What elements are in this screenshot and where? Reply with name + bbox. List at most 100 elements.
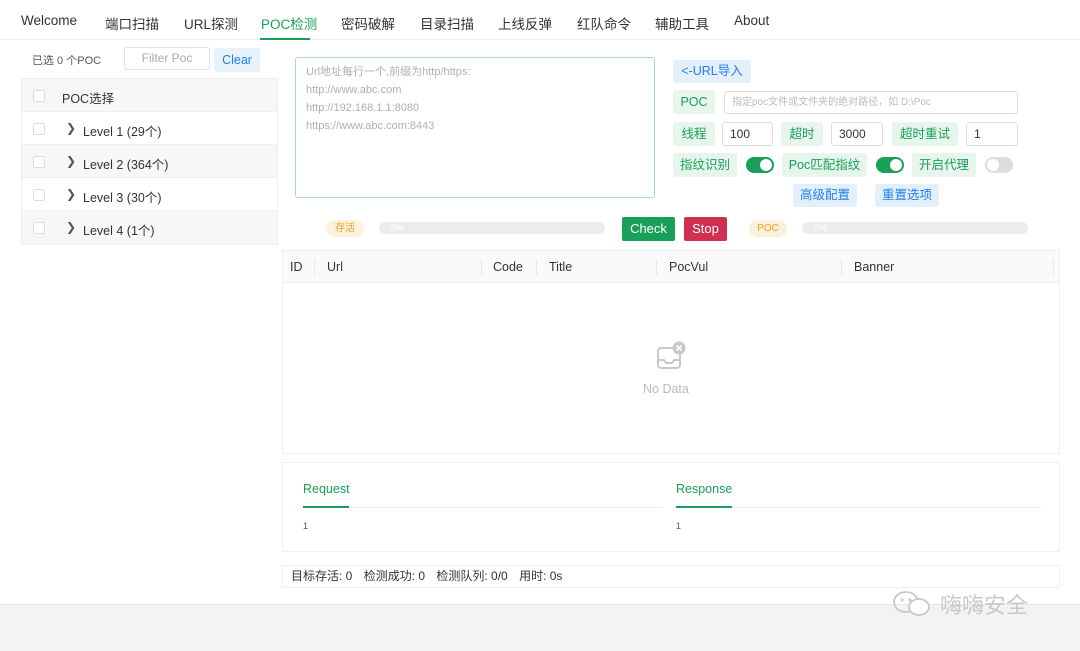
tab-redteam-cmd[interactable]: 红队命令 — [577, 13, 631, 33]
tree-header-label: POC选择 — [62, 92, 115, 106]
proxy-toggle[interactable] — [985, 157, 1013, 173]
status-elapsed: 用时: 0s — [519, 569, 563, 583]
top-nav: Welcome 端口扫描 URL探测 POC检测 密码破解 目录扫描 上线反弹 … — [0, 0, 1080, 40]
timeout-label: 超时 — [781, 122, 823, 146]
column-divider — [656, 259, 657, 275]
request-response-panel: Request 1 Response 1 — [282, 462, 1060, 552]
toggle-knob — [760, 159, 772, 171]
advanced-config-button[interactable]: 高级配置 — [793, 184, 857, 207]
tab-welcome[interactable]: Welcome — [21, 13, 77, 28]
tree-item-label: Level 3 (30个) — [83, 191, 162, 205]
url-placeholder-line: http://www.abc.com — [306, 84, 402, 96]
status-queue: 检测队列: 0/0 — [436, 569, 508, 583]
poc-badge: POC — [749, 220, 787, 237]
tab-password-crack[interactable]: 密码破解 — [341, 13, 395, 33]
tree-header: POC选择 — [22, 79, 277, 112]
url-placeholder-line: http://192.168.1.1:8080 — [306, 102, 420, 114]
tab-url-probe[interactable]: URL探测 — [184, 13, 238, 33]
status-alive: 目标存活: 0 — [291, 569, 353, 583]
app-window: Welcome 端口扫描 URL探测 POC检测 密码破解 目录扫描 上线反弹 … — [0, 0, 1080, 605]
tab-request[interactable]: Request — [303, 482, 350, 496]
alive-progress-bar: 0% — [379, 222, 605, 234]
tree-item-level-3[interactable]: ❯ Level 3 (30个) — [22, 178, 277, 211]
tab-response[interactable]: Response — [676, 482, 732, 496]
level-3-checkbox[interactable] — [33, 189, 45, 201]
url-textarea[interactable]: Url地址每行一个,前缀为http/https: http://www.abc.… — [295, 57, 655, 198]
tab-dir-scan[interactable]: 目录扫描 — [420, 13, 474, 33]
level-1-checkbox[interactable] — [33, 123, 45, 135]
tree-item-level-2[interactable]: ❯ Level 2 (364个) — [22, 145, 277, 178]
response-tab-indicator — [676, 506, 732, 508]
selected-poc-count: 已选 0 个POC — [32, 55, 102, 67]
retry-input[interactable]: 1 — [966, 122, 1018, 146]
tab-reverse-shell[interactable]: 上线反弹 — [498, 13, 552, 33]
level-4-checkbox[interactable] — [33, 222, 45, 234]
column-header-title[interactable]: Title — [549, 260, 572, 274]
column-header-url[interactable]: Url — [327, 260, 343, 274]
tab-poc-detect[interactable]: POC检测 — [261, 13, 317, 33]
request-content: 1 — [303, 521, 309, 531]
empty-box-icon — [657, 341, 686, 369]
check-button[interactable]: Check — [622, 217, 675, 241]
column-divider — [536, 259, 537, 275]
wechat-logo-icon — [893, 591, 930, 616]
threads-label: 线程 — [673, 122, 715, 146]
toggle-knob — [987, 159, 999, 171]
column-divider — [481, 259, 482, 275]
poc-label: POC — [673, 90, 715, 114]
tree-item-label: Level 4 (1个) — [83, 224, 155, 238]
column-header-code[interactable]: Code — [493, 260, 523, 274]
poc-path-input[interactable]: 指定poc文件或文件夹的绝对路径，如 D:\Poc — [724, 91, 1018, 114]
column-divider — [314, 259, 315, 275]
poc-match-toggle[interactable] — [876, 157, 904, 173]
fingerprint-toggle[interactable] — [746, 157, 774, 173]
column-divider — [1053, 259, 1054, 275]
alive-badge: 存活 — [326, 220, 364, 237]
filter-poc-input[interactable]: Filter Poc — [124, 47, 210, 70]
proxy-label: 开启代理 — [912, 153, 976, 177]
poc-match-label: Poc匹配指纹 — [782, 153, 867, 177]
table-header: ID Url Code Title PocVul Banner — [283, 251, 1059, 283]
url-placeholder-line: Url地址每行一个,前缀为http/https: — [306, 66, 471, 78]
status-success: 检测成功: 0 — [363, 569, 426, 583]
reset-options-button[interactable]: 重置选项 — [875, 184, 939, 207]
status-bar: 目标存活: 0 检测成功: 0 检测队列: 0/0 用时: 0s — [282, 565, 1060, 588]
select-all-checkbox[interactable] — [33, 90, 45, 102]
chevron-right-icon[interactable]: ❯ — [66, 220, 76, 234]
chevron-right-icon[interactable]: ❯ — [66, 121, 76, 135]
stop-button[interactable]: Stop — [684, 217, 727, 241]
column-header-id[interactable]: ID — [290, 260, 303, 274]
request-tab-indicator — [303, 506, 349, 508]
retry-label: 超时重试 — [892, 122, 958, 146]
toggle-knob — [890, 159, 902, 171]
poc-progress-bar: 0% — [802, 222, 1028, 234]
fingerprint-label: 指纹识别 — [673, 153, 737, 177]
tree-item-label: Level 2 (364个) — [83, 158, 169, 172]
column-header-banner[interactable]: Banner — [854, 260, 894, 274]
chevron-right-icon[interactable]: ❯ — [66, 187, 76, 201]
tab-about[interactable]: About — [734, 13, 769, 28]
tree-item-level-1[interactable]: ❯ Level 1 (29个) — [22, 112, 277, 145]
timeout-input[interactable]: 3000 — [831, 122, 883, 146]
level-2-checkbox[interactable] — [33, 156, 45, 168]
chevron-right-icon[interactable]: ❯ — [66, 154, 76, 168]
threads-input[interactable]: 100 — [722, 122, 773, 146]
tab-port-scan[interactable]: 端口扫描 — [105, 13, 159, 33]
alive-progress-text: 0% — [391, 223, 405, 233]
column-header-pocvul[interactable]: PocVul — [669, 260, 708, 274]
poc-tree: POC选择 ❯ Level 1 (29个) ❯ Level 2 (364个) ❯… — [21, 78, 278, 245]
results-table: ID Url Code Title PocVul Banner No Data — [282, 250, 1060, 454]
active-tab-indicator — [260, 38, 310, 40]
tree-item-label: Level 1 (29个) — [83, 125, 162, 139]
url-placeholder-line: https://www.abc.com:8443 — [306, 120, 435, 132]
column-divider — [841, 259, 842, 275]
response-content: 1 — [676, 521, 682, 531]
url-import-button[interactable]: <-URL导入 — [673, 60, 751, 83]
tree-item-level-4[interactable]: ❯ Level 4 (1个) — [22, 211, 277, 244]
request-divider — [303, 507, 663, 508]
poc-progress-text: 0% — [814, 223, 828, 233]
tab-aux-tools[interactable]: 辅助工具 — [655, 13, 709, 33]
watermark-text: 嗨嗨安全 — [940, 593, 1029, 618]
clear-button[interactable]: Clear — [214, 48, 260, 72]
empty-state-text: No Data — [643, 382, 689, 396]
